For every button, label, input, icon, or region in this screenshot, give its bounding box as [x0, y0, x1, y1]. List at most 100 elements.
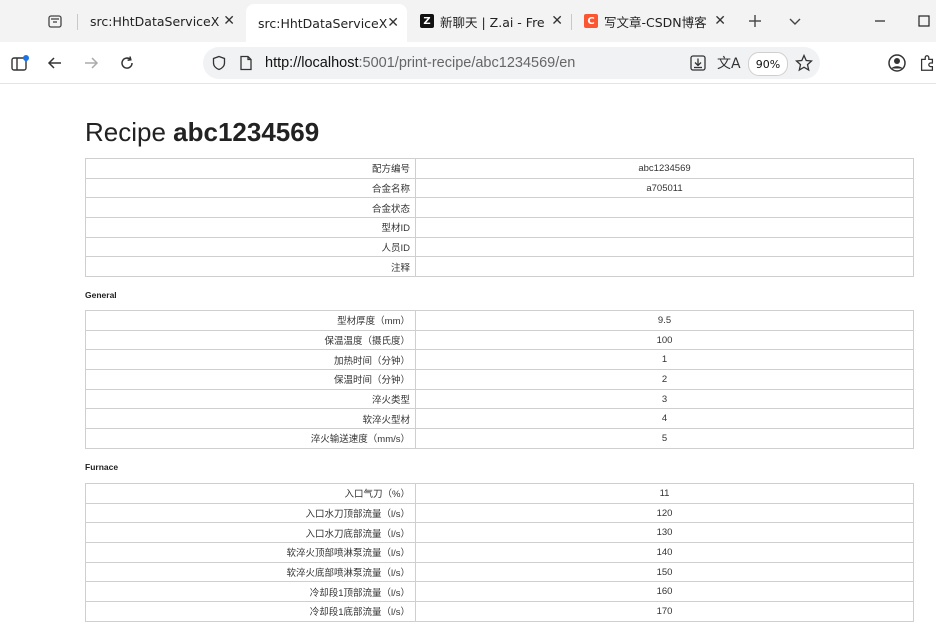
- table-row: 软淬火顶部喷淋泵流量（l/s） 140: [85, 542, 914, 563]
- field-value: [415, 217, 914, 238]
- address-bar[interactable]: http://localhost:5001/print-recipe/abc12…: [203, 47, 820, 79]
- field-label: 冷却段1底部流量（l/s）: [85, 601, 416, 622]
- field-label: 保温温度（摄氏度）: [85, 329, 416, 351]
- general-table: 型材厚度（mm） 9.5 保温温度（摄氏度） 100 加热时间（分钟） 1 保温时间（…: [85, 310, 914, 449]
- table-row: 保温温度（摄氏度） 100: [85, 329, 914, 351]
- field-label: 注释: [85, 256, 416, 278]
- field-label: 软淬火型材: [85, 408, 416, 430]
- section-heading-furnace: Furnace: [85, 462, 119, 472]
- field-label: 淬火输送速度（mm/s）: [85, 428, 416, 449]
- field-value: 5: [415, 428, 914, 449]
- table-row: 合金名称 a705011: [85, 177, 914, 199]
- table-row: 入口水刀底部流量（l/s） 130: [85, 522, 914, 544]
- back-arrow-icon[interactable]: [41, 50, 69, 76]
- table-row: 淬火输送速度（mm/s） 5: [85, 428, 914, 449]
- field-label: 人员ID: [85, 236, 416, 258]
- refresh-icon[interactable]: [113, 50, 141, 76]
- tab-title: 写文章-CSDN博客: [604, 14, 707, 30]
- table-row: 加热时间（分钟） 1: [85, 349, 914, 371]
- field-value: a705011: [415, 177, 914, 199]
- close-icon[interactable]: ✕: [223, 13, 235, 29]
- tab-title: src:HhtDataServiceX: [90, 13, 220, 29]
- maximize-icon[interactable]: [904, 0, 936, 42]
- field-value: abc1234569: [415, 158, 914, 179]
- tab-3[interactable]: Z 新聊天 | Z.ai - Free ✕: [408, 4, 571, 38]
- tab-strip: src:HhtDataServiceX ✕ src:HhtDataService…: [0, 0, 936, 42]
- table-row: 人员ID: [85, 236, 914, 258]
- close-icon[interactable]: ✕: [387, 15, 399, 31]
- zai-favicon-icon: Z: [420, 14, 434, 28]
- table-row: 软淬火底部喷淋泵流量（l/s） 150: [85, 561, 914, 583]
- field-label: 型材厚度（mm）: [85, 310, 416, 331]
- recipe-header-table: 配方编号 abc1234569 合金名称 a705011 合金状态 型材ID 人员I…: [85, 158, 914, 278]
- close-icon[interactable]: ✕: [714, 13, 726, 29]
- furnace-table: 入口气刀（%） 11 入口水刀顶部流量（l/s） 120 入口水刀底部流量（l/s）…: [85, 483, 914, 622]
- minimize-icon[interactable]: [860, 0, 900, 42]
- profile-avatar-icon[interactable]: [883, 50, 911, 76]
- tab-1[interactable]: src:HhtDataServiceX ✕: [78, 4, 243, 38]
- forward-arrow-icon[interactable]: [77, 50, 105, 76]
- field-label: 加热时间（分钟）: [85, 349, 416, 371]
- field-label: 入口水刀底部流量（l/s）: [85, 522, 416, 544]
- field-label: 入口水刀顶部流量（l/s）: [85, 502, 416, 524]
- zoom-level-badge[interactable]: 90%: [748, 52, 788, 76]
- field-value: 1: [415, 349, 914, 371]
- tab-title: 新聊天 | Z.ai - Free: [440, 14, 544, 30]
- field-label: 冷却段1顶部流量（l/s）: [85, 581, 416, 603]
- field-label: 配方编号: [85, 158, 416, 179]
- browser-toolbar: http://localhost:5001/print-recipe/abc12…: [0, 42, 936, 84]
- extensions-puzzle-icon[interactable]: [918, 50, 936, 76]
- field-value: [415, 197, 914, 219]
- field-label: 保温时间（分钟）: [85, 369, 416, 390]
- field-label: 型材ID: [85, 217, 416, 238]
- table-row: 配方编号 abc1234569: [85, 158, 914, 179]
- field-value: [415, 236, 914, 258]
- shield-icon[interactable]: [211, 55, 227, 75]
- page-content: Recipe abc1234569 配方编号 abc1234569 合金名称 a70…: [0, 84, 936, 622]
- field-value: 4: [415, 408, 914, 430]
- field-label: 软淬火顶部喷淋泵流量（l/s）: [85, 542, 416, 563]
- table-row: 冷却段1底部流量（l/s） 170: [85, 601, 914, 622]
- csdn-favicon-icon: C: [584, 14, 598, 28]
- url-path: :5001/print-recipe/abc1234569/en: [358, 55, 576, 71]
- translate-icon[interactable]: 文A: [717, 53, 741, 73]
- install-app-icon[interactable]: [689, 54, 707, 76]
- table-row: 淬火类型 3: [85, 388, 914, 410]
- url-text[interactable]: http://localhost:5001/print-recipe/abc12…: [265, 55, 575, 71]
- field-value: 150: [415, 561, 914, 583]
- field-value: 11: [415, 483, 914, 504]
- section-heading-general: General: [85, 290, 117, 300]
- tab-4[interactable]: C 写文章-CSDN博客 ✕: [572, 4, 734, 38]
- table-row: 冷却段1顶部流量（l/s） 160: [85, 581, 914, 603]
- field-value: 170: [415, 601, 914, 622]
- field-value: 120: [415, 502, 914, 524]
- table-row: 入口水刀顶部流量（l/s） 120: [85, 502, 914, 524]
- new-tab-icon[interactable]: [735, 0, 775, 42]
- field-value: 100: [415, 329, 914, 351]
- field-value: [415, 256, 914, 278]
- table-row: 保温时间（分钟） 2: [85, 369, 914, 390]
- url-host: http://localhost: [265, 55, 359, 71]
- field-label: 软淬火底部喷淋泵流量（l/s）: [85, 561, 416, 583]
- favorite-star-icon[interactable]: [794, 53, 814, 76]
- table-row: 软淬火型材 4: [85, 408, 914, 430]
- field-value: 2: [415, 369, 914, 390]
- field-label: 入口气刀（%）: [85, 483, 416, 504]
- field-label: 合金状态: [85, 197, 416, 219]
- page-title: Recipe abc1234569: [85, 117, 319, 148]
- field-value: 160: [415, 581, 914, 603]
- tab-actions-icon[interactable]: [35, 0, 75, 42]
- field-value: 9.5: [415, 310, 914, 331]
- table-row: 型材ID: [85, 217, 914, 238]
- tab-list-chevron-down-icon[interactable]: [775, 0, 815, 42]
- sidebar-panel-icon[interactable]: [6, 50, 34, 76]
- close-icon[interactable]: ✕: [551, 13, 563, 29]
- table-row: 合金状态: [85, 197, 914, 219]
- field-value: 130: [415, 522, 914, 544]
- tab-2-active[interactable]: src:HhtDataServiceX ✕: [246, 4, 407, 42]
- tab-title: src:HhtDataServiceX: [258, 15, 388, 31]
- page-title-prefix: Recipe: [85, 117, 174, 147]
- page-info-icon[interactable]: [239, 55, 253, 75]
- field-label: 合金名称: [85, 177, 416, 199]
- field-value: 3: [415, 388, 914, 410]
